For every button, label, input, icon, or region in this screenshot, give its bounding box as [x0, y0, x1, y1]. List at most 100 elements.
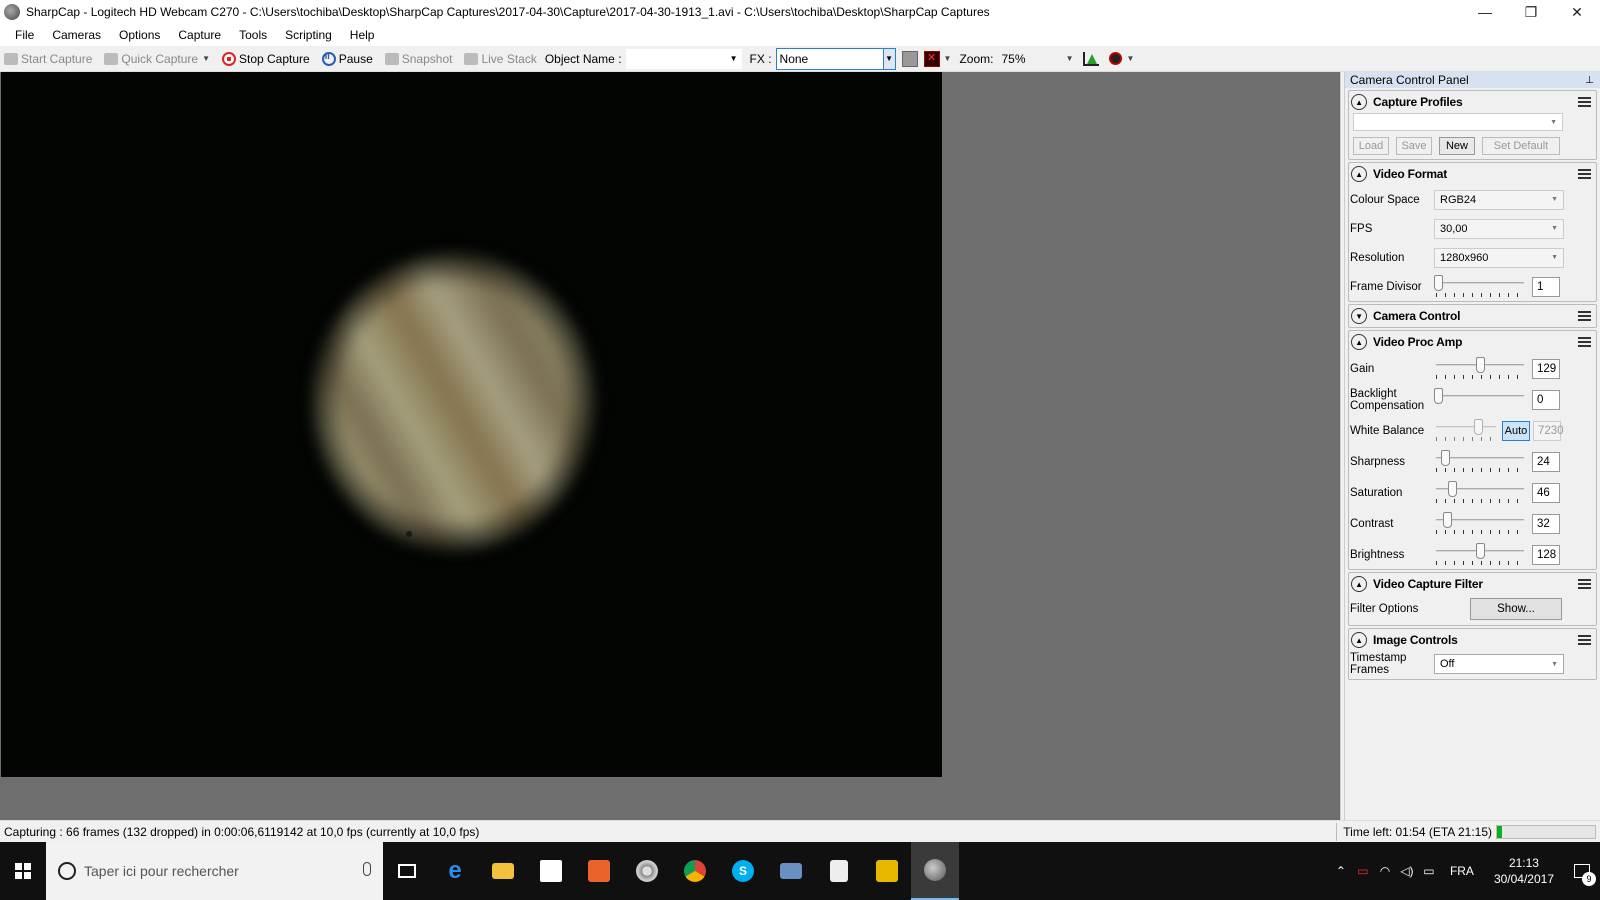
frame-divisor-input[interactable]: 1: [1532, 276, 1560, 297]
wifi-icon[interactable]: ◠: [1374, 864, 1396, 878]
menu-cameras[interactable]: Cameras: [43, 28, 110, 42]
chevron-up-icon[interactable]: ⌃: [1330, 864, 1352, 878]
reticle-icon[interactable]: ✕: [923, 50, 940, 67]
object-name-input[interactable]: ▼: [625, 48, 742, 69]
slider-thumb[interactable]: [1448, 480, 1457, 497]
menu-scripting[interactable]: Scripting: [276, 28, 341, 42]
colour-space-select[interactable]: RGB24 ▼: [1434, 189, 1564, 210]
start-button[interactable]: [0, 842, 46, 900]
slider-thumb[interactable]: [1434, 274, 1443, 291]
taskbar-chrome[interactable]: [671, 842, 719, 900]
battery-icon[interactable]: ▭: [1418, 864, 1440, 878]
chevron-down-icon[interactable]: ▼: [1126, 54, 1134, 63]
menu-file[interactable]: File: [6, 28, 43, 42]
frame-divisor-slider[interactable]: [1434, 274, 1526, 299]
live-stack-button[interactable]: Live Stack: [460, 52, 537, 66]
chevron-up-icon[interactable]: ▲: [1351, 334, 1367, 350]
taskbar-video-app[interactable]: [863, 842, 911, 900]
taskbar-search-box[interactable]: Taper ici pour rechercher: [46, 842, 383, 900]
slider-thumb[interactable]: [1474, 418, 1483, 435]
stop-capture-button[interactable]: Stop Capture: [218, 51, 310, 66]
timestamp-frames-select[interactable]: Off ▼: [1434, 654, 1564, 674]
volume-icon[interactable]: ◁): [1396, 864, 1418, 878]
chevron-down-icon[interactable]: ▼: [1351, 308, 1367, 324]
menu-icon[interactable]: [1578, 97, 1591, 107]
menu-icon[interactable]: [1578, 635, 1591, 645]
image-controls-header[interactable]: ▲ Image Controls: [1349, 629, 1596, 651]
fps-select[interactable]: 30,00 ▼: [1434, 218, 1564, 239]
capture-viewport[interactable]: [0, 72, 1340, 820]
sharpness-input[interactable]: 24: [1532, 451, 1560, 472]
chevron-up-icon[interactable]: ▲: [1351, 166, 1367, 182]
menu-tools[interactable]: Tools: [230, 28, 276, 42]
backlight-compensation-slider[interactable]: [1434, 387, 1526, 412]
taskbar-edge[interactable]: e: [431, 842, 479, 900]
slider-thumb[interactable]: [1434, 387, 1443, 404]
slider-thumb[interactable]: [1476, 356, 1485, 373]
taskbar-store[interactable]: [527, 842, 575, 900]
menu-options[interactable]: Options: [110, 28, 169, 42]
minimize-button[interactable]: —: [1462, 0, 1508, 24]
pin-icon[interactable]: ⊥: [1585, 75, 1594, 86]
video-capture-filter-header[interactable]: ▲ Video Capture Filter: [1349, 573, 1596, 595]
profile-select[interactable]: ▼: [1353, 113, 1563, 131]
slider-thumb[interactable]: [1476, 542, 1485, 559]
chevron-up-icon[interactable]: ▲: [1351, 94, 1367, 110]
taskbar-remote-desktop[interactable]: [767, 842, 815, 900]
set-default-profile-button[interactable]: Set Default: [1482, 137, 1560, 155]
white-balance-input[interactable]: 7230: [1533, 420, 1564, 441]
contrast-slider[interactable]: [1434, 511, 1526, 536]
saturation-slider[interactable]: [1434, 480, 1526, 505]
white-balance-auto-button[interactable]: Auto: [1502, 420, 1530, 441]
magnifier-icon[interactable]: [1109, 52, 1123, 65]
grey-swatch-icon[interactable]: [901, 50, 918, 67]
load-profile-button[interactable]: Load: [1353, 137, 1389, 155]
menu-icon[interactable]: [1578, 579, 1591, 589]
sharpness-slider[interactable]: [1434, 449, 1526, 474]
zoom-select[interactable]: 75% ▼: [1001, 52, 1073, 66]
filter-options-show-button[interactable]: Show...: [1470, 598, 1562, 620]
brightness-slider[interactable]: [1434, 542, 1526, 567]
video-format-header[interactable]: ▲ Video Format: [1349, 163, 1596, 185]
restore-button[interactable]: ❐: [1508, 0, 1554, 24]
taskbar-media-player[interactable]: [575, 842, 623, 900]
brightness-input[interactable]: 128: [1532, 544, 1560, 565]
new-profile-button[interactable]: New: [1439, 137, 1475, 155]
video-proc-amp-header[interactable]: ▲ Video Proc Amp: [1349, 331, 1596, 353]
menu-icon[interactable]: [1578, 169, 1591, 179]
slider-thumb[interactable]: [1443, 511, 1452, 528]
input-language[interactable]: FRA: [1450, 864, 1474, 878]
chevron-up-icon[interactable]: ▲: [1351, 632, 1367, 648]
gain-input[interactable]: 129: [1532, 358, 1560, 379]
taskbar-skype[interactable]: S: [719, 842, 767, 900]
chevron-down-icon[interactable]: ▼: [202, 54, 210, 63]
taskbar-calculator[interactable]: [815, 842, 863, 900]
taskbar-disc-app[interactable]: [623, 842, 671, 900]
backlight-compensation-input[interactable]: 0: [1532, 389, 1560, 410]
chevron-down-icon[interactable]: ▼: [944, 54, 952, 63]
contrast-input[interactable]: 32: [1532, 513, 1560, 534]
taskbar-clock[interactable]: 21:13 30/04/2017: [1494, 855, 1554, 887]
fx-select[interactable]: None ▼: [775, 47, 896, 70]
menu-icon[interactable]: [1578, 337, 1591, 347]
action-center-button[interactable]: 9: [1564, 842, 1600, 900]
white-balance-slider[interactable]: [1434, 418, 1498, 443]
histogram-icon[interactable]: [1083, 51, 1100, 66]
resolution-select[interactable]: 1280x960 ▼: [1434, 247, 1564, 268]
menu-help[interactable]: Help: [341, 28, 384, 42]
menu-icon[interactable]: [1578, 311, 1591, 321]
slider-thumb[interactable]: [1441, 449, 1450, 466]
camera-control-header[interactable]: ▼ Camera Control: [1349, 305, 1596, 327]
gain-slider[interactable]: [1434, 356, 1526, 381]
capture-profiles-header[interactable]: ▲ Capture Profiles: [1349, 91, 1596, 113]
save-profile-button[interactable]: Save: [1396, 137, 1432, 155]
taskbar-sharpcap[interactable]: [911, 842, 959, 900]
snapshot-button[interactable]: Snapshot: [381, 52, 452, 66]
taskbar-file-explorer[interactable]: [479, 842, 527, 900]
menu-capture[interactable]: Capture: [169, 28, 230, 42]
start-capture-button[interactable]: Start Capture: [0, 52, 92, 66]
microphone-icon[interactable]: [363, 862, 371, 876]
quick-capture-button[interactable]: Quick Capture ▼: [100, 52, 210, 66]
saturation-input[interactable]: 46: [1532, 482, 1560, 503]
chevron-up-icon[interactable]: ▲: [1351, 576, 1367, 592]
